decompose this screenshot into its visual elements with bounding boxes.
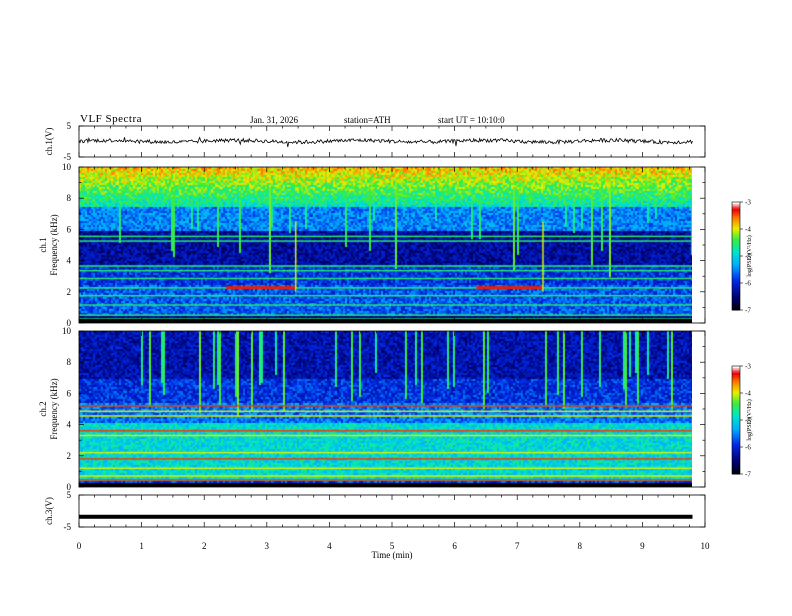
x-axis-label: Time (min) — [372, 550, 413, 560]
y-tick-label: 10 — [62, 326, 72, 336]
y-axis-label: Frequency (kHz) — [49, 378, 59, 439]
colorbar-label: log(PSD)(V²/Hz) — [746, 235, 753, 276]
ch2-spectrogram-image — [79, 331, 692, 487]
y-tick-label: -5 — [64, 522, 72, 532]
colorbar-tick-label: -7 — [745, 471, 751, 479]
y-tick-label: -5 — [64, 152, 72, 162]
y-tick-label: 10 — [62, 162, 72, 172]
y-axis-label: ch.3(V) — [44, 497, 54, 525]
x-tick-label: 3 — [265, 541, 270, 551]
y-tick-label: 8 — [67, 357, 72, 367]
chart-title: VLF Spectra — [80, 113, 143, 125]
y-axis-label-channel: ch.1 — [38, 237, 48, 252]
colorbar-tick-label: -6 — [745, 444, 751, 452]
y-tick-label: 2 — [67, 451, 72, 461]
y-tick-label: 5 — [67, 490, 72, 500]
colorbar-tick-label: -3 — [745, 199, 751, 207]
station-label: station=ATH — [344, 115, 391, 125]
y-tick-label: 6 — [67, 388, 72, 398]
colorbar-tick-label: -7 — [745, 307, 751, 315]
x-tick-label: 1 — [139, 541, 144, 551]
colorbar-tick-label: -6 — [745, 280, 751, 288]
y-axis-label: ch.1(V) — [44, 128, 54, 156]
date-label: Jan. 31, 2026 — [250, 115, 298, 125]
vlf-plot-area: 5-5ch.1(V)0246810ch.1 Frequency (kHz)0246… — [38, 121, 753, 560]
colorbar-tick-label: -4 — [745, 226, 751, 234]
y-tick-label: 2 — [67, 287, 72, 297]
y-tick-label: 4 — [67, 256, 72, 266]
y-tick-label: 8 — [67, 193, 72, 203]
colorbar-tick-label: -4 — [745, 390, 751, 398]
y-tick-label: 5 — [67, 121, 72, 131]
ch3-waveform-line — [79, 514, 693, 519]
x-tick-label: 4 — [327, 541, 332, 551]
start-time-label: start UT = 10:10:0 — [438, 115, 505, 125]
colorbar-label: log(PSD)(V²/Hz) — [746, 399, 753, 440]
x-tick-label: 7 — [515, 541, 520, 551]
colorbar-tick-label: -3 — [745, 363, 751, 371]
colorbar: -3-4-5-6-7log(PSD)(V²/Hz) — [731, 363, 753, 479]
x-tick-label: 6 — [452, 541, 457, 551]
ch1-waveform-line — [78, 136, 693, 147]
y-axis-label-channel: ch.2 — [38, 401, 48, 416]
y-tick-label: 6 — [67, 224, 72, 234]
x-tick-label: 8 — [578, 541, 583, 551]
y-axis-label: Frequency (kHz) — [49, 214, 59, 275]
y-tick-label: 4 — [67, 420, 72, 430]
x-tick-label: 10 — [701, 541, 711, 551]
x-tick-label: 2 — [202, 541, 207, 551]
ch1-spectrogram-image — [79, 167, 692, 323]
x-tick-label: 9 — [640, 541, 645, 551]
x-tick-label: 0 — [77, 541, 82, 551]
colorbar: -3-4-5-6-7log(PSD)(V²/Hz) — [731, 199, 753, 315]
